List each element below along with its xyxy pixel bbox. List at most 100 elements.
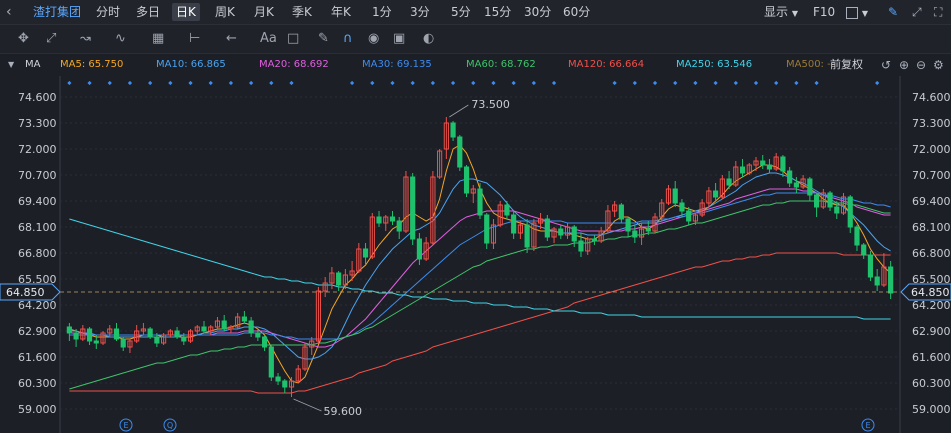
candle-body	[544, 218, 550, 238]
candle-body	[511, 214, 517, 234]
chevron-down-icon: ▼	[791, 9, 798, 18]
y-tick-left: 66.800	[18, 247, 57, 260]
candle-body	[241, 316, 247, 322]
period-tab[interactable]: 周K	[215, 0, 235, 24]
text-tool-icon[interactable]: Aa	[260, 25, 277, 53]
y-tick-left: 59.000	[18, 403, 57, 416]
line-icon[interactable]: ⤢	[46, 25, 56, 53]
candle-body	[524, 224, 530, 248]
event-dot	[733, 80, 738, 86]
period-tab[interactable]: 3分	[410, 0, 430, 24]
ma-legend-item: MA5: 65.750	[60, 59, 124, 70]
candle-body	[154, 336, 160, 344]
event-dot	[511, 80, 516, 86]
event-dot	[450, 80, 456, 86]
candle-body	[672, 188, 678, 204]
period-tab[interactable]: 月K	[254, 0, 274, 24]
high-leader	[449, 104, 469, 118]
event-marker-label: Q	[167, 421, 173, 430]
event-dot	[127, 80, 133, 86]
candle-body	[201, 326, 207, 332]
pencil-icon[interactable]: ✎	[888, 0, 898, 24]
period-tab[interactable]: 分时	[96, 0, 120, 24]
stock-name[interactable]: 渣打集团	[33, 0, 81, 24]
event-dot	[228, 80, 234, 86]
candlestick-chart[interactable]: 74.600 74.600 73.300 73.300 72.000 72.000 70.7…	[0, 76, 951, 433]
eye-icon[interactable]: ◉	[368, 25, 379, 53]
candle-body	[713, 190, 719, 198]
display-menu[interactable]: 显示 ▼	[764, 0, 798, 26]
crosshair-icon[interactable]: ✥	[18, 25, 29, 53]
candle-body	[86, 328, 93, 342]
undo-icon[interactable]: ↺	[881, 54, 891, 76]
note-icon[interactable]: □	[287, 25, 299, 53]
period-tab[interactable]: 60分	[563, 0, 590, 24]
candle-body	[874, 276, 880, 286]
candle-body	[66, 326, 72, 334]
candle-body	[739, 166, 746, 174]
candle-body	[396, 220, 402, 232]
pen-icon[interactable]: ✎	[318, 25, 329, 53]
event-dot	[269, 80, 274, 86]
expand-icon[interactable]: ⤢	[912, 0, 922, 24]
candle-body	[477, 188, 483, 216]
candle-body	[726, 178, 732, 186]
ma-legend-item: MA120: 66.664	[568, 59, 645, 70]
period-tab[interactable]: 日K	[172, 3, 200, 21]
zoom-in-icon[interactable]: ⊕	[899, 54, 909, 76]
candle-body	[93, 340, 99, 344]
wave-icon[interactable]: ∿	[115, 25, 126, 53]
period-tab[interactable]: 5分	[451, 0, 471, 24]
settings-icon[interactable]: ⚙	[933, 54, 944, 76]
zoom-out-icon[interactable]: ⊖	[916, 54, 926, 76]
event-dot	[410, 80, 415, 86]
period-tab[interactable]: 多日	[136, 0, 160, 24]
ruler-icon[interactable]: ▦	[152, 25, 164, 53]
adjust-label[interactable]: 前复权	[830, 54, 863, 76]
magnet-icon[interactable]: ∩	[343, 25, 353, 53]
price-tag-left-text: 64.850	[6, 286, 45, 299]
candle-body	[248, 320, 254, 334]
f10-button[interactable]: F10	[813, 0, 835, 24]
period-tab[interactable]: 1分	[372, 0, 392, 24]
candle-body	[867, 254, 874, 278]
toggle-icon[interactable]: ◐	[423, 25, 434, 53]
y-tick-left: 61.600	[18, 351, 57, 364]
period-tab[interactable]: 30分	[524, 0, 551, 24]
candle-body	[416, 238, 423, 260]
period-tab[interactable]: 15分	[484, 0, 511, 24]
event-dot	[370, 80, 375, 86]
measure-icon[interactable]: ⊢	[189, 25, 200, 53]
candle-body	[255, 332, 261, 338]
event-dot	[531, 80, 536, 86]
event-dot	[794, 80, 799, 86]
display-label: 显示	[764, 5, 789, 19]
event-dot	[471, 80, 476, 86]
ma-legend-item: MA60: 68.762	[466, 59, 536, 70]
ma-line	[69, 252, 891, 394]
trash-icon[interactable]: ▣	[393, 25, 405, 53]
y-tick-right: 74.600	[912, 91, 951, 104]
candle-body	[847, 196, 853, 228]
y-tick-left: 62.900	[18, 325, 57, 338]
candle-body	[854, 226, 860, 246]
y-tick-right: 69.400	[912, 195, 951, 208]
indicator-name[interactable]: MA	[25, 54, 40, 76]
period-tab[interactable]: 年K	[331, 0, 351, 24]
price-tag-right-text: 64.850	[911, 286, 950, 299]
layout-icon[interactable]: ▼	[846, 0, 868, 26]
candle-body	[558, 228, 564, 236]
ray-icon[interactable]: ↝	[80, 25, 91, 53]
y-tick-left: 69.400	[18, 195, 57, 208]
candle-body	[174, 330, 180, 338]
event-dot	[612, 80, 617, 86]
arrow-icon[interactable]: ←	[226, 25, 237, 53]
chevron-left-icon[interactable]: ‹	[6, 0, 12, 24]
period-tab[interactable]: 季K	[292, 0, 312, 24]
ma-legend-item: MA500: --	[786, 59, 835, 70]
candle-body	[591, 238, 598, 242]
ma-legend-item: MA250: 63.546	[676, 59, 753, 70]
collapse-icon[interactable]: ▼	[8, 54, 14, 76]
fullscreen-icon[interactable]: ⛶	[934, 0, 942, 24]
y-tick-right: 61.600	[912, 351, 951, 364]
